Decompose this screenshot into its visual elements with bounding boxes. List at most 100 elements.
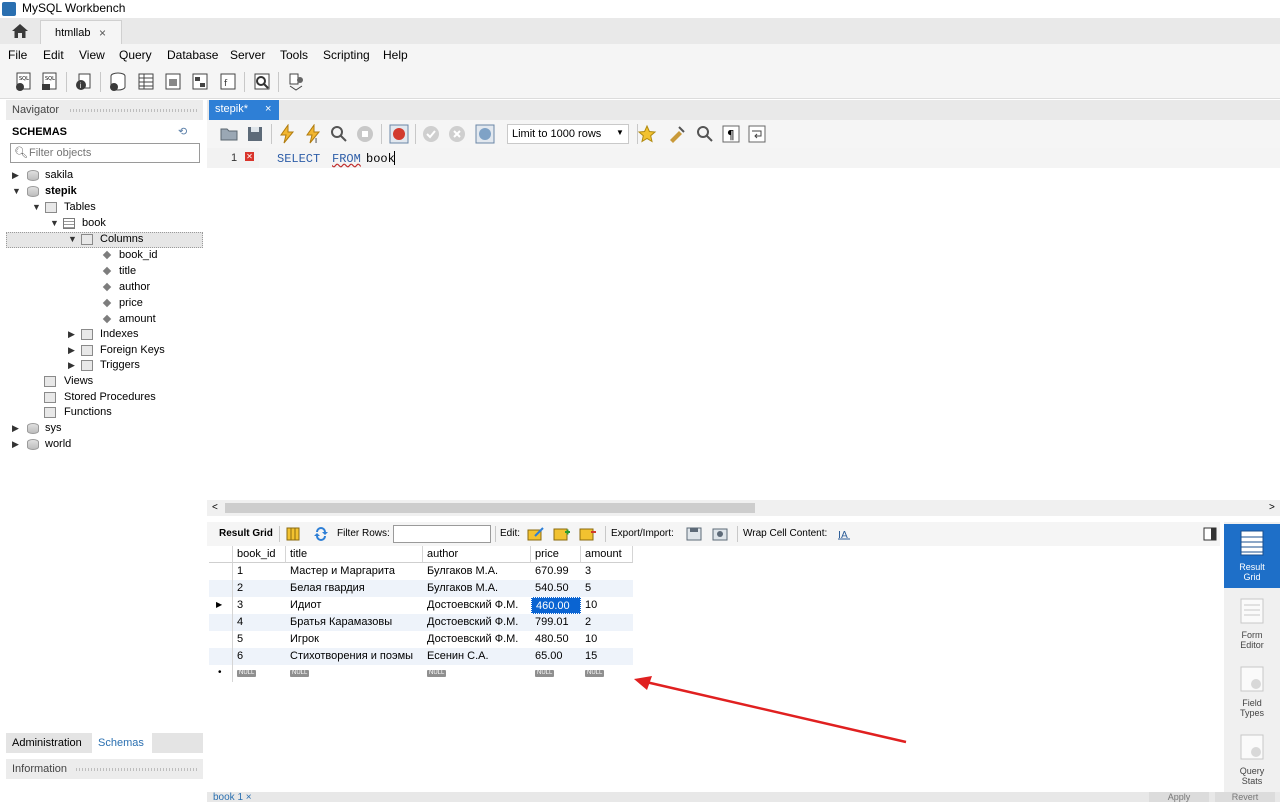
collapse-arrow-icon[interactable]: ▼ (32, 202, 41, 212)
apply-button[interactable]: Apply (1149, 792, 1209, 802)
create-function-icon[interactable]: f (218, 72, 238, 92)
execute-current-icon[interactable]: I (303, 124, 323, 144)
cell-author[interactable]: Достоевский Ф.М. (423, 597, 531, 614)
menu-view[interactable]: View (79, 48, 105, 62)
cell-price[interactable]: 670.99 (531, 563, 581, 580)
menu-tools[interactable]: Tools (280, 48, 308, 62)
cell-book-id[interactable]: 5 (233, 631, 286, 648)
cell-title[interactable]: Стихотворения и поэмы (286, 648, 423, 665)
inspector-icon[interactable]: i (74, 72, 94, 92)
scrollbar-thumb[interactable] (225, 503, 755, 513)
sql-line[interactable]: SELECT FROM book (259, 148, 1280, 168)
filter-rows-input[interactable] (393, 525, 491, 543)
open-file-icon[interactable] (219, 124, 239, 144)
column-header-book-id[interactable]: book_id (233, 546, 286, 563)
menu-help[interactable]: Help (383, 48, 408, 62)
cell-price[interactable]: 460.00 (531, 597, 581, 614)
table-row[interactable]: 4 Братья Карамазовы Достоевский Ф.М. 799.01… (209, 614, 633, 631)
menu-database[interactable]: Database (167, 48, 218, 62)
refresh-icon[interactable] (313, 526, 329, 542)
invisible-chars-icon[interactable]: ¶ (721, 124, 741, 144)
refresh-icon[interactable]: ⟲ (178, 125, 187, 138)
create-schema-icon[interactable] (108, 72, 128, 92)
grid-new-row[interactable]: • NULL NULL NULL NULL NULL (209, 665, 633, 682)
commit-icon[interactable] (421, 124, 441, 144)
connection-tab-htmllab[interactable]: htmllab × (40, 20, 122, 45)
cell-author[interactable]: Достоевский Ф.М. (423, 614, 531, 631)
rollback-icon[interactable] (447, 124, 467, 144)
limit-rows-select[interactable]: Limit to 1000 rows ▼ (507, 124, 629, 144)
menu-scripting[interactable]: Scripting (323, 48, 370, 62)
cell-amount[interactable]: 2 (581, 614, 633, 631)
cell-price[interactable]: 799.01 (531, 614, 581, 631)
cell-title[interactable]: Мастер и Маргарита (286, 563, 423, 580)
cell-amount[interactable]: 10 (581, 631, 633, 648)
sql-editor[interactable]: 1 ✕ SELECT FROM book (207, 148, 1280, 500)
close-icon[interactable]: × (99, 26, 106, 40)
cell-book-id[interactable]: 3 (233, 597, 286, 614)
import-icon[interactable] (711, 526, 729, 542)
row-marker[interactable]: ▶ (209, 597, 233, 614)
expand-arrow-icon[interactable]: ▶ (12, 423, 19, 434)
table-row[interactable]: 1 Мастер и Маргарита Булгаков М.А. 670.99 3 (209, 563, 633, 580)
tab-administration[interactable]: Administration (6, 733, 92, 753)
field-types-panel-button[interactable]: Field Types (1224, 660, 1280, 724)
cell-book-id[interactable]: 4 (233, 614, 286, 631)
cell-title[interactable]: Игрок (286, 631, 423, 648)
column-header-price[interactable]: price (531, 546, 581, 563)
expand-arrow-icon[interactable]: ▶ (12, 170, 19, 181)
create-procedure-icon[interactable] (190, 72, 210, 92)
table-row[interactable]: 5 Игрок Достоевский Ф.М. 480.50 10 (209, 631, 633, 648)
cell-amount[interactable]: 10 (581, 597, 633, 614)
table-row[interactable]: 2 Белая гвардия Булгаков М.А. 540.50 5 (209, 580, 633, 597)
cell-author[interactable]: Булгаков М.А. (423, 580, 531, 597)
result-grid-label[interactable]: Result Grid (219, 528, 273, 539)
form-editor-panel-button[interactable]: Form Editor (1224, 592, 1280, 656)
open-sql-script-icon[interactable]: SQL (40, 72, 60, 92)
row-marker[interactable] (209, 563, 233, 580)
explain-icon[interactable] (329, 124, 349, 144)
scroll-right-icon[interactable]: > (1269, 502, 1275, 513)
column-header-title[interactable]: title (286, 546, 423, 563)
cell-author[interactable]: Булгаков М.А. (423, 563, 531, 580)
collapse-arrow-icon[interactable]: ▼ (50, 218, 59, 228)
column-header-author[interactable]: author (423, 546, 531, 563)
expand-arrow-icon[interactable]: ▶ (68, 360, 75, 371)
close-icon[interactable]: × (265, 103, 271, 115)
table-row[interactable]: ▶ 3 Идиот Достоевский Ф.М. 460.00 10 (209, 597, 633, 614)
export-icon[interactable] (685, 526, 703, 542)
cell-amount[interactable]: 3 (581, 563, 633, 580)
table-row[interactable]: 6 Стихотворения и поэмы Есенин С.А. 65.00 15 (209, 648, 633, 665)
result-tab-book-1[interactable]: book 1 × (213, 792, 252, 803)
row-marker[interactable] (209, 614, 233, 631)
menu-query[interactable]: Query (119, 48, 152, 62)
cell-price[interactable]: 540.50 (531, 580, 581, 597)
insert-row-icon[interactable] (553, 526, 571, 542)
collapse-arrow-icon[interactable]: ▼ (12, 186, 21, 196)
tab-schemas[interactable]: Schemas (92, 733, 152, 753)
result-grid-panel-button[interactable]: Result Grid (1224, 524, 1280, 588)
cell-book-id[interactable]: 2 (233, 580, 286, 597)
revert-button[interactable]: Revert (1215, 792, 1275, 802)
collapse-arrow-icon[interactable]: ▼ (68, 234, 77, 244)
menu-edit[interactable]: Edit (43, 48, 64, 62)
new-sql-tab-icon[interactable]: SQL (14, 72, 34, 92)
wrap-cell-icon[interactable]: IA (837, 527, 851, 541)
cell-book-id[interactable]: 6 (233, 648, 286, 665)
toggle-panel-icon[interactable] (1203, 527, 1217, 541)
cell-amount[interactable]: 5 (581, 580, 633, 597)
save-icon[interactable] (245, 124, 265, 144)
create-table-icon[interactable] (136, 72, 156, 92)
wrap-lines-icon[interactable] (747, 124, 767, 144)
toggle-stop-on-error-icon[interactable] (389, 124, 409, 144)
cell-book-id[interactable]: 1 (233, 563, 286, 580)
execute-icon[interactable] (277, 124, 297, 144)
cell-price[interactable]: 480.50 (531, 631, 581, 648)
filter-objects-input[interactable] (29, 145, 195, 160)
reconnect-icon[interactable] (286, 72, 306, 92)
row-marker[interactable] (209, 580, 233, 597)
filter-objects-field[interactable]: 🔍︎ (10, 143, 200, 163)
add-snippet-icon[interactable] (637, 124, 657, 144)
editor-horizontal-scrollbar[interactable]: < > (207, 500, 1280, 516)
delete-row-icon[interactable] (579, 526, 597, 542)
